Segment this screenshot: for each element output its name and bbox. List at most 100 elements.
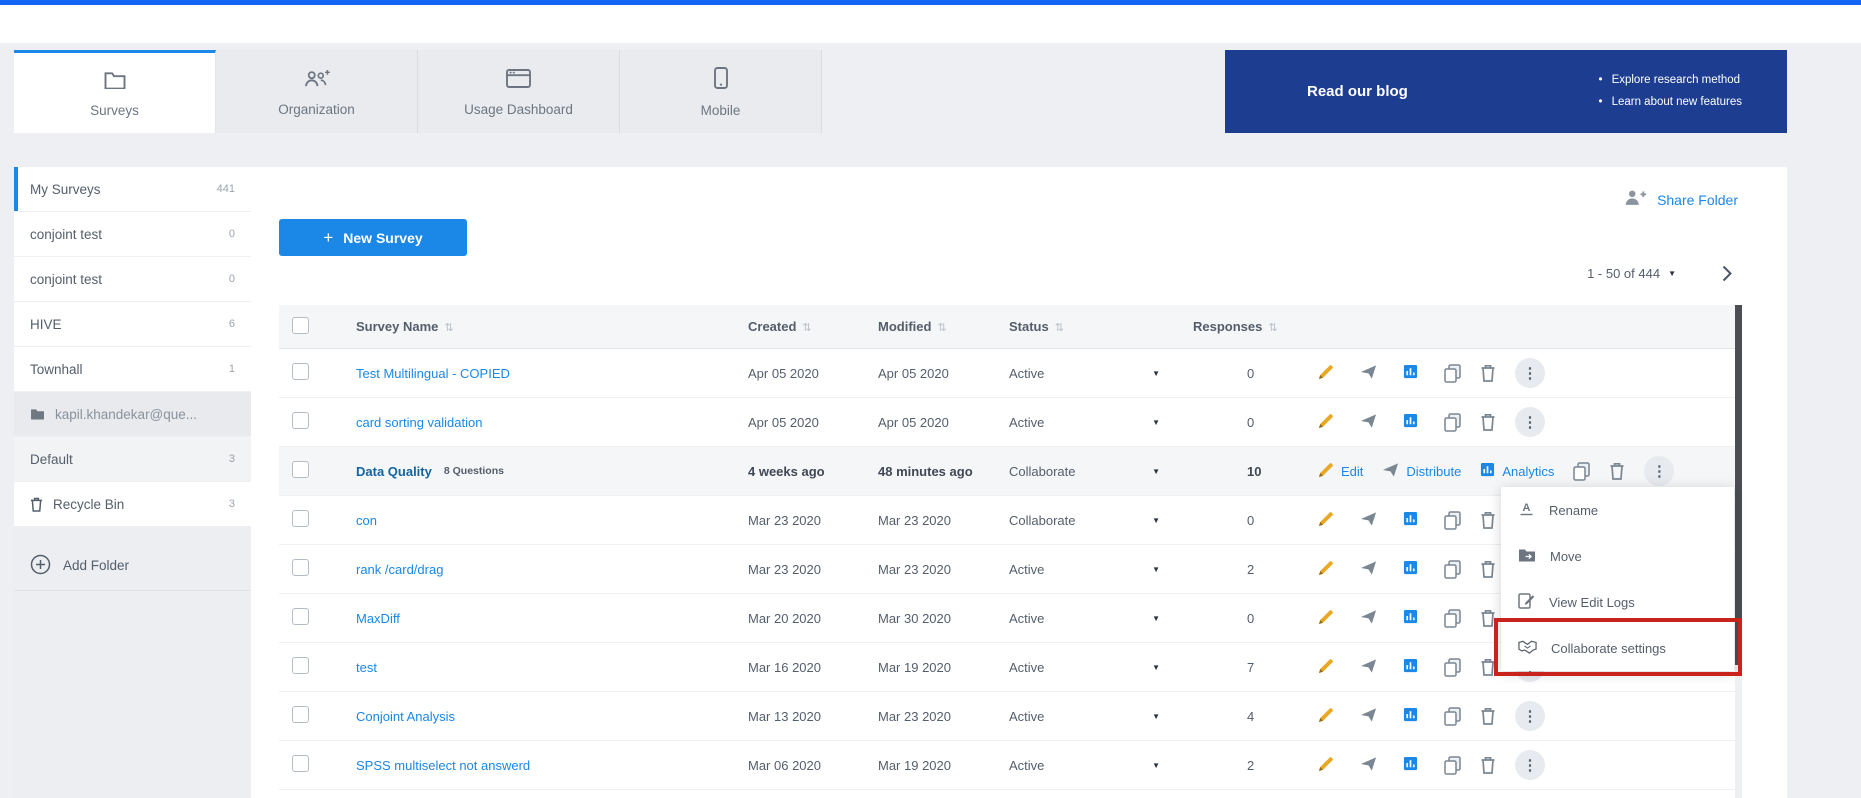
copy-icon[interactable] [1444,756,1461,775]
trash-icon[interactable] [1480,658,1496,676]
row-checkbox[interactable] [292,461,309,478]
distribute-button[interactable] [1360,658,1384,677]
distribute-button[interactable] [1360,413,1384,432]
more-options-button[interactable]: ⋮ [1515,358,1545,388]
row-checkbox[interactable] [292,755,309,772]
row-checkbox[interactable] [292,363,309,380]
menu-item-rename[interactable]: A Rename [1501,487,1734,533]
sort-icon[interactable]: ⇅ [444,322,453,334]
copy-icon[interactable] [1444,560,1461,579]
status-dropdown-icon[interactable]: ▼ [1152,369,1160,378]
status-dropdown-icon[interactable]: ▼ [1152,614,1160,623]
more-options-button[interactable]: ⋮ [1515,407,1545,437]
status-dropdown-icon[interactable]: ▼ [1152,761,1160,770]
sidebar-item-default[interactable]: Default 3 [14,437,251,482]
status-dropdown-icon[interactable]: ▼ [1152,663,1160,672]
edit-button[interactable] [1318,609,1341,628]
sidebar-item-recycle-bin[interactable]: Recycle Bin 3 [14,482,251,527]
row-checkbox[interactable] [292,657,309,674]
copy-icon[interactable] [1573,462,1590,481]
sort-icon[interactable]: ⇅ [937,322,946,334]
select-all-checkbox[interactable] [292,317,309,334]
analytics-button[interactable] [1403,707,1425,725]
distribute-button[interactable] [1360,364,1384,383]
copy-icon[interactable] [1444,658,1461,677]
analytics-button[interactable]: Analytics [1480,462,1554,480]
status-dropdown-icon[interactable]: ▼ [1152,565,1160,574]
menu-item-collaborate-settings[interactable]: Collaborate settings [1501,625,1734,671]
trash-icon[interactable] [1480,511,1496,529]
add-folder-button[interactable]: Add Folder [14,541,251,591]
distribute-button[interactable]: Distribute [1382,462,1461,481]
new-survey-button[interactable]: + New Survey [279,219,467,256]
trash-icon[interactable] [1480,609,1496,627]
tab-mobile[interactable]: Mobile [620,50,822,133]
survey-name-link[interactable]: Data Quality [356,464,432,479]
edit-button[interactable] [1318,511,1341,530]
blog-panel[interactable]: Read our blog Explore research method Le… [1225,50,1787,133]
sort-icon[interactable]: ⇅ [1268,322,1277,334]
pagination-range-dropdown[interactable]: 1 - 50 of 444 ▼ [1587,266,1676,281]
row-checkbox[interactable] [292,706,309,723]
analytics-button[interactable] [1403,560,1425,578]
copy-icon[interactable] [1444,609,1461,628]
distribute-button[interactable] [1360,609,1384,628]
edit-button[interactable]: Edit [1318,462,1363,481]
tab-surveys[interactable]: Surveys [14,50,216,133]
edit-button[interactable] [1318,364,1341,383]
more-options-button[interactable]: ⋮ [1644,456,1674,486]
analytics-button[interactable] [1403,413,1425,431]
sidebar-item-conjoint-test-2[interactable]: conjoint test 0 [14,257,251,302]
sidebar-item-conjoint-test-1[interactable]: conjoint test 0 [14,212,251,257]
copy-icon[interactable] [1444,413,1461,432]
survey-name-link[interactable]: Test Multilingual - COPIED [356,366,510,381]
tab-organization[interactable]: Organization [216,50,418,133]
menu-item-move[interactable]: Move [1501,533,1734,579]
distribute-button[interactable] [1360,560,1384,579]
row-checkbox[interactable] [292,608,309,625]
more-options-button[interactable]: ⋮ [1515,701,1545,731]
menu-item-view-edit-logs[interactable]: View Edit Logs [1501,579,1734,625]
sidebar-item-hive[interactable]: HIVE 6 [14,302,251,347]
distribute-button[interactable] [1360,756,1384,775]
survey-name-link[interactable]: test [356,660,377,675]
edit-button[interactable] [1318,707,1341,726]
survey-name-link[interactable]: con [356,513,377,528]
survey-name-link[interactable]: card sorting validation [356,415,482,430]
edit-button[interactable] [1318,658,1341,677]
edit-button[interactable] [1318,560,1341,579]
more-options-button[interactable]: ⋮ [1515,750,1545,780]
trash-icon[interactable] [1480,413,1496,431]
sidebar-item-kapil-khandekar[interactable]: kapil.khandekar@que... [14,392,251,437]
distribute-button[interactable] [1360,707,1384,726]
row-checkbox[interactable] [292,559,309,576]
status-dropdown-icon[interactable]: ▼ [1152,516,1160,525]
distribute-button[interactable] [1360,511,1384,530]
status-dropdown-icon[interactable]: ▼ [1152,418,1160,427]
analytics-button[interactable] [1403,511,1425,529]
trash-icon[interactable] [1480,364,1496,382]
analytics-button[interactable] [1403,756,1425,774]
analytics-button[interactable] [1403,658,1425,676]
scrollbar-thumb[interactable] [1735,305,1742,665]
edit-button[interactable] [1318,413,1341,432]
tab-usage-dashboard[interactable]: Usage Dashboard [418,50,620,133]
copy-icon[interactable] [1444,364,1461,383]
analytics-button[interactable] [1403,364,1425,382]
status-dropdown-icon[interactable]: ▼ [1152,712,1160,721]
sidebar-item-my-surveys[interactable]: My Surveys 441 [14,167,251,212]
status-dropdown-icon[interactable]: ▼ [1152,467,1160,476]
edit-button[interactable] [1318,756,1341,775]
survey-name-link[interactable]: SPSS multiselect not answerd [356,758,530,773]
survey-name-link[interactable]: rank /card/drag [356,562,443,577]
row-checkbox[interactable] [292,412,309,429]
next-page-button[interactable] [1722,265,1732,282]
copy-icon[interactable] [1444,707,1461,726]
sort-icon[interactable]: ⇅ [1055,322,1064,334]
share-folder-button[interactable]: Share Folder [1623,189,1738,211]
sidebar-item-townhall[interactable]: Townhall 1 [14,347,251,392]
trash-icon[interactable] [1480,560,1496,578]
sort-icon[interactable]: ⇅ [802,322,811,334]
trash-icon[interactable] [1609,462,1625,480]
trash-icon[interactable] [1480,707,1496,725]
